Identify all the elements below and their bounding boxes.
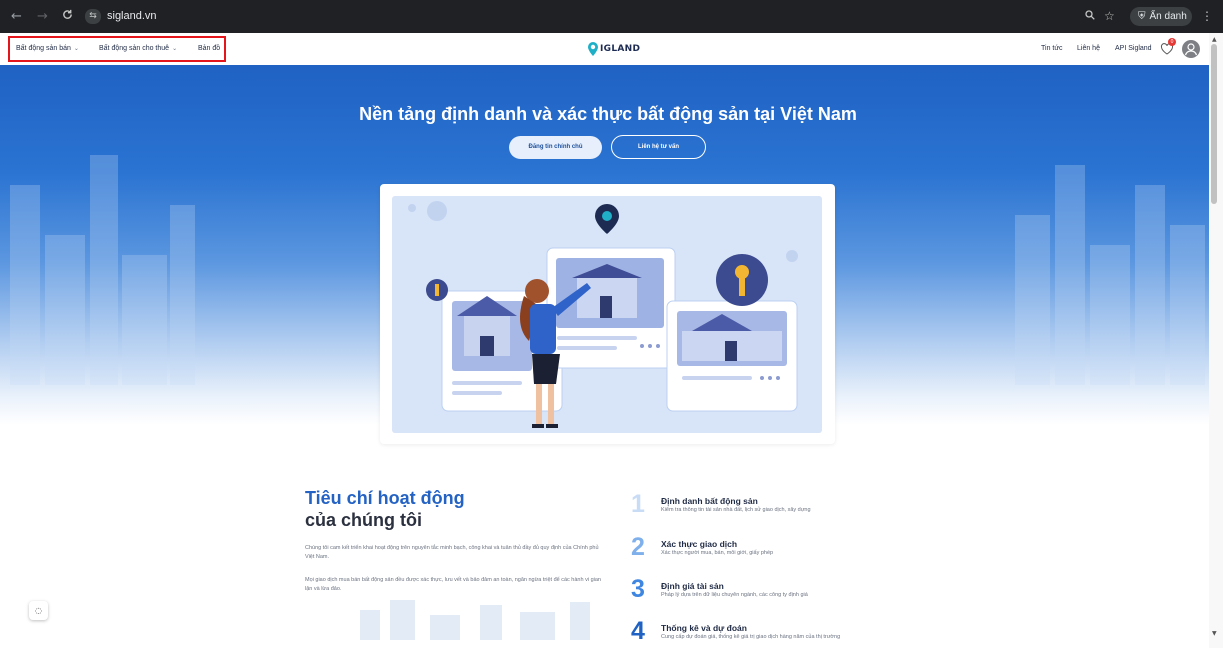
criteria-number: 2 xyxy=(631,533,645,561)
nav-news[interactable]: Tin tức xyxy=(1041,45,1063,52)
scrollbar-thumb[interactable] xyxy=(1211,44,1217,204)
criteria-item-desc: Cung cấp dự đoán giá, thống kê giá trị g… xyxy=(661,634,841,640)
browser-toolbar: ← → ⇆ sigland.vn ☆ ⛨ Ẩn danh ⋮ xyxy=(0,0,1223,33)
criteria-item: 3 Định giá tài sản Pháp lý dựa trên dữ l… xyxy=(626,577,926,609)
incognito-icon: ⛨ xyxy=(1138,11,1146,22)
back-icon[interactable]: ← xyxy=(11,9,22,24)
criteria-item-title: Thống kê và dự đoán xyxy=(661,623,747,633)
chevron-down-icon: ⌄ xyxy=(73,45,79,52)
logo-text: IGLAND xyxy=(600,44,641,54)
site-settings-icon[interactable]: ⇆ xyxy=(85,9,101,24)
chevron-down-icon: ⌄ xyxy=(172,45,178,52)
contact-consult-button[interactable]: Liên hệ tư vấn xyxy=(611,135,706,159)
hero-title: Nền tảng định danh và xác thực bất động … xyxy=(359,104,857,124)
address-bar-url[interactable]: sigland.vn xyxy=(107,10,157,22)
nav-item-sale-label: Bất động sản bán xyxy=(16,45,71,52)
incognito-indicator[interactable]: ⛨ Ẩn danh xyxy=(1130,7,1192,26)
criteria-title-line1: Tiêu chí hoạt động xyxy=(305,488,465,508)
avatar[interactable] xyxy=(1182,40,1200,58)
criteria-paragraph-2: Mọi giao dịch mua bán bất động sản đều đ… xyxy=(305,577,601,592)
nav-item-rent-label: Bất động sản cho thuê xyxy=(99,45,170,52)
zoom-icon[interactable] xyxy=(1085,9,1095,23)
criteria-item-title: Định danh bất động sản xyxy=(661,496,758,506)
criteria-number: 4 xyxy=(631,617,645,645)
favorites-count-badge: 0 xyxy=(1168,38,1176,46)
criteria-item: 1 Định danh bất động sản Kiểm tra thông … xyxy=(626,492,926,524)
criteria-title-line2: của chúng tôi xyxy=(305,510,422,530)
decorative-skyline xyxy=(360,600,590,640)
criteria-number: 3 xyxy=(631,575,645,603)
scroll-up-icon[interactable]: ▲ xyxy=(1212,36,1217,43)
forward-icon[interactable]: → xyxy=(37,9,48,24)
nav-api[interactable]: API Sigland xyxy=(1115,45,1152,52)
nav-contact[interactable]: Liên hệ xyxy=(1077,45,1100,52)
incognito-label: Ẩn danh xyxy=(1149,11,1187,22)
city-skyline-left xyxy=(0,145,200,385)
hero-illustration xyxy=(392,196,822,433)
browser-menu-icon[interactable]: ⋮ xyxy=(1201,9,1213,23)
nav-item-rent[interactable]: Bất động sản cho thuê ⌄ xyxy=(99,45,177,52)
site-logo[interactable]: IGLAND xyxy=(587,40,640,58)
bookmark-star-icon[interactable]: ☆ xyxy=(1104,9,1115,23)
site-header: Bất động sản bán ⌄ Bất động sản cho thuê ⌄… xyxy=(0,33,1209,65)
criteria-item: 2 Xác thực giao dịch Xác thực người mua,… xyxy=(626,535,926,567)
city-skyline-right xyxy=(1010,145,1209,385)
chat-icon[interactable]: ◌ xyxy=(29,601,48,620)
criteria-item-desc: Kiểm tra thông tin tài sản nhà đất, lịch… xyxy=(661,507,811,513)
scroll-down-icon[interactable]: ▼ xyxy=(1212,630,1217,637)
hero-illustration-card xyxy=(380,184,835,444)
user-icon xyxy=(1184,43,1198,56)
criteria-item-desc: Pháp lý dựa trên dữ liệu chuyên ngành, c… xyxy=(661,592,808,598)
criteria-item-desc: Xác thực người mua, bán, môi giới, giấy … xyxy=(661,550,774,556)
post-listing-button[interactable]: Đăng tin chính chủ xyxy=(509,136,602,159)
favorites-button[interactable]: 0 xyxy=(1160,38,1176,56)
criteria-item-title: Định giá tài sản xyxy=(661,581,724,591)
nav-item-map[interactable]: Bản đồ xyxy=(198,45,220,52)
criteria-item: 4 Thống kê và dự đoán Cung cấp dự đoán g… xyxy=(626,619,926,651)
nav-item-sale[interactable]: Bất động sản bán ⌄ xyxy=(16,45,79,52)
reload-icon[interactable] xyxy=(62,9,73,24)
criteria-number: 1 xyxy=(631,490,645,518)
criteria-paragraph-1: Chúng tôi cam kết triển khai hoạt động t… xyxy=(305,545,599,560)
criteria-item-title: Xác thực giao dịch xyxy=(661,539,738,549)
location-pin-icon xyxy=(587,41,599,57)
